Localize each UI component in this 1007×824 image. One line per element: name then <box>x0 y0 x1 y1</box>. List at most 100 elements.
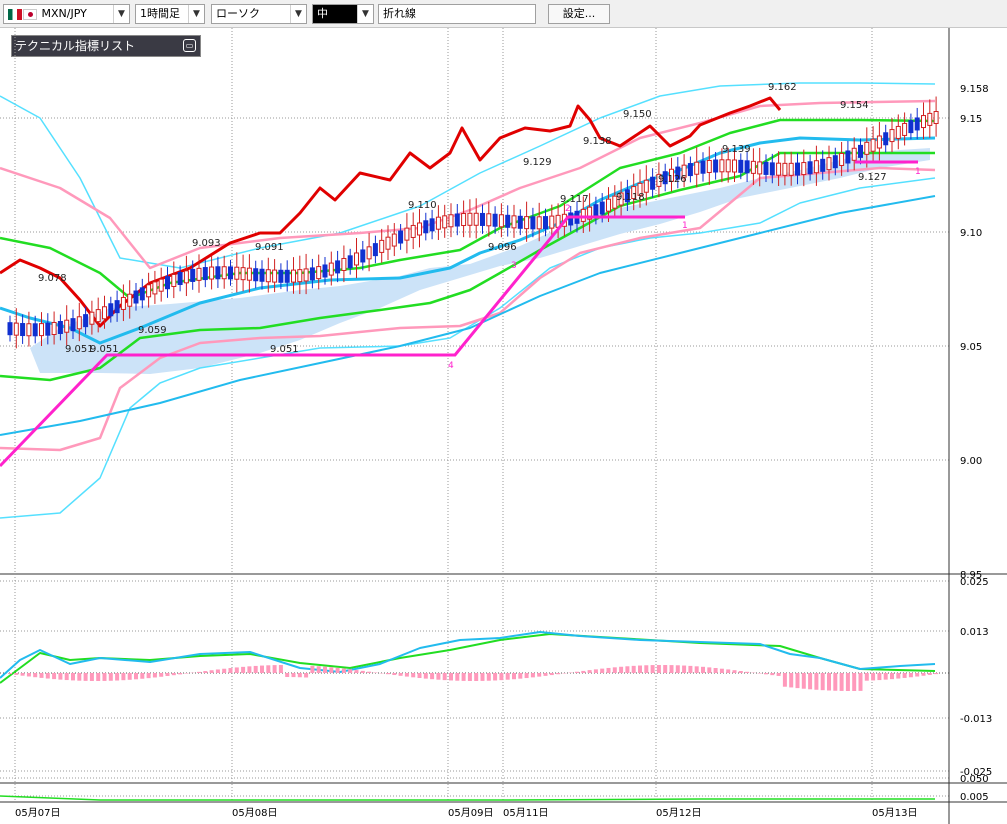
candle-body <box>725 159 731 173</box>
settings-button[interactable]: 設定... <box>548 4 610 24</box>
macd-histogram-bar <box>354 670 359 673</box>
japan-flag-icon <box>23 8 37 20</box>
candle-body <box>914 117 920 131</box>
timeframe-select[interactable]: 1時間足 ▼ <box>135 4 205 24</box>
candle-body <box>139 287 145 301</box>
candle-body <box>870 138 876 152</box>
macd-histogram-bar <box>877 673 882 681</box>
candle-body <box>593 204 599 218</box>
candle-body <box>524 216 530 230</box>
candle-body <box>908 120 914 134</box>
macd-histogram-bar <box>789 673 794 688</box>
macd-histogram-bar <box>26 673 31 677</box>
macd-histogram-bar <box>184 673 189 674</box>
macd-histogram-bar <box>8 673 12 675</box>
price-annotation: 9.126 <box>658 174 687 185</box>
candle-body <box>454 213 460 227</box>
macd-histogram-bar <box>738 670 743 673</box>
macd-histogram-bar <box>222 668 227 673</box>
date-axis-label: 05月08日 <box>232 807 277 819</box>
macd-histogram-bar <box>921 673 926 676</box>
candle-body <box>801 162 807 176</box>
macd-histogram-bar <box>58 673 63 680</box>
candle-body <box>839 152 845 166</box>
candle-body <box>858 144 863 158</box>
macd-histogram-bar <box>732 670 737 673</box>
macd-histogram-bar <box>247 666 252 673</box>
candle-body <box>391 233 397 247</box>
macd-histogram-bar <box>260 665 264 673</box>
candle-body <box>347 255 353 269</box>
macd-histogram-bar <box>890 673 894 680</box>
candle-body <box>108 303 114 317</box>
color-mode-label: 中 <box>317 7 328 20</box>
wave-label: 2 <box>565 204 571 214</box>
candle-body <box>461 213 467 227</box>
color-mode-select[interactable]: 中 ▼ <box>312 4 374 24</box>
macd-histogram-bar <box>404 673 409 677</box>
macd-histogram-bar <box>524 673 529 679</box>
candle-body <box>889 129 895 143</box>
candle-body <box>820 158 826 172</box>
macd-histogram-bar <box>39 673 44 678</box>
macd-histogram-bar <box>285 673 290 678</box>
macd-histogram-bar <box>360 670 365 673</box>
macd-histogram-bar <box>593 669 598 673</box>
macd-histogram-bar <box>197 671 201 673</box>
macd-histogram-bar <box>606 667 611 673</box>
candle-body <box>795 162 800 176</box>
candle-body <box>309 267 315 281</box>
macd-histogram-bar <box>467 673 472 681</box>
candle-body <box>417 222 422 236</box>
macd-histogram-bar <box>316 666 321 673</box>
overlay-label: 折れ線 <box>383 7 416 20</box>
toolbar: MXN/JPY ▼ 1時間足 ▼ ローソク ▼ 中 ▼ 折れ線 設定... <box>0 0 1007 28</box>
macd-histogram-bar <box>493 673 498 681</box>
macd-histogram-bar <box>644 665 649 673</box>
macd-histogram-bar <box>537 673 542 677</box>
chevron-down-icon: ▼ <box>290 5 306 23</box>
macd-histogram-bar <box>650 665 655 673</box>
date-axis-label: 05月12日 <box>656 807 701 819</box>
date-axis-label: 05月13日 <box>872 807 917 819</box>
macd-histogram-bar <box>480 673 485 681</box>
macd-histogram-bar <box>64 673 69 681</box>
price-chart[interactable]: 9.1589.159.109.059.008.950.0250.013-0.01… <box>0 28 1007 824</box>
chevron-down-icon: ▼ <box>357 5 373 23</box>
overlay-field[interactable]: 折れ線 <box>378 4 536 24</box>
candle-body <box>826 157 832 171</box>
chart-type-select[interactable]: ローソク ▼ <box>211 4 307 24</box>
candle-body <box>385 236 391 250</box>
macd-histogram-bar <box>178 673 183 675</box>
macd-histogram-bar <box>543 673 548 676</box>
candle-body <box>442 215 448 229</box>
candle-body <box>26 323 32 337</box>
candle-body <box>366 246 372 260</box>
macd-histogram-bar <box>297 673 302 678</box>
macd-histogram-bar <box>675 665 680 673</box>
candle-body <box>196 267 202 281</box>
macd-histogram-bar <box>682 665 687 673</box>
price-axis-label: 9.158 <box>960 84 989 95</box>
candle-body <box>467 212 473 226</box>
macd-histogram-bar <box>530 673 535 678</box>
candle-body <box>265 269 271 283</box>
candle-body <box>7 322 13 336</box>
macd-histogram-bar <box>329 667 334 673</box>
candle-body <box>372 243 378 257</box>
candle-body <box>379 239 385 253</box>
candle-body <box>650 176 656 190</box>
candle-body <box>64 319 70 333</box>
macd-histogram-bar <box>159 673 164 677</box>
candle-body <box>694 161 700 175</box>
candle-body <box>580 208 586 222</box>
macd-histogram-bar <box>386 673 390 675</box>
macd-histogram-bar <box>669 665 674 673</box>
candle-body <box>190 268 196 282</box>
candle-body <box>13 322 19 336</box>
macd-histogram-bar <box>20 673 25 676</box>
candle-body <box>291 269 296 283</box>
macd-histogram-bar <box>96 673 101 681</box>
symbol-select[interactable]: MXN/JPY ▼ <box>3 4 130 24</box>
price-annotation: 9.051 <box>270 344 299 355</box>
